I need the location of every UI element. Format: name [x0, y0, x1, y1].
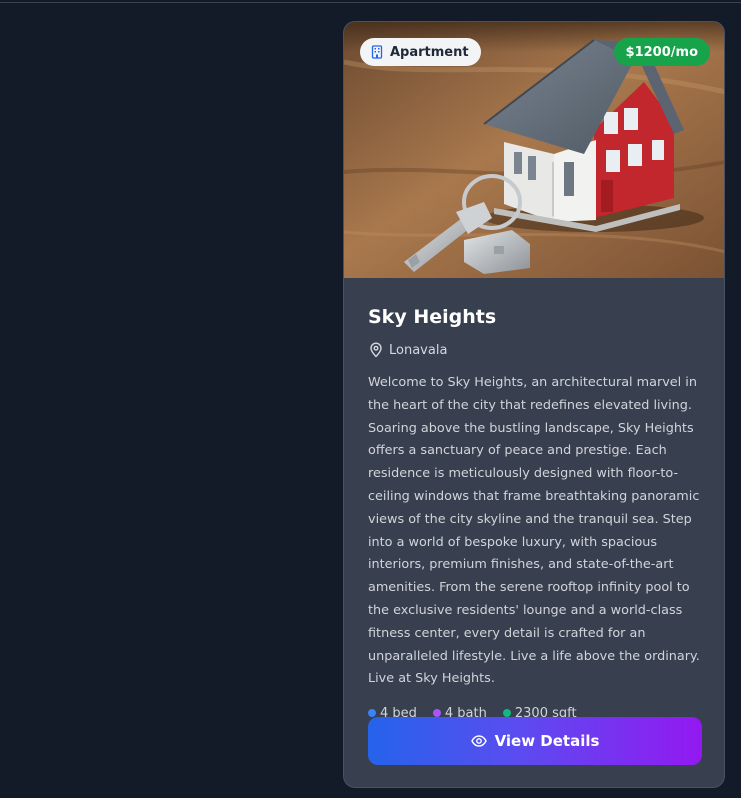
price-label: $1200/mo [625, 44, 698, 60]
location: Lonavala [368, 340, 704, 360]
area-dot [502, 709, 511, 718]
view-details-label: View Details [494, 732, 600, 750]
property-type-label: Apartment [390, 44, 469, 60]
price-badge: $1200/mo [613, 38, 710, 66]
building-icon [370, 45, 384, 59]
view-details-button[interactable]: View Details [368, 717, 702, 765]
property-photo: Apartment $1200/mo [344, 22, 724, 278]
property-title: Sky Heights [368, 306, 497, 328]
bathrooms-dot [432, 709, 441, 718]
property-card: Apartment $1200/mo Sky Heights Lonavala … [343, 21, 725, 788]
bedrooms-dot [368, 709, 376, 718]
property-description: Welcome to Sky Heights, an architectural… [368, 375, 700, 687]
eye-icon [470, 733, 487, 749]
location-label: Lonavala [389, 342, 448, 358]
property-type-badge: Apartment [360, 38, 481, 66]
card-body: Sky Heights Lonavala Welcome to Sky Heig… [368, 278, 704, 723]
map-pin-icon [368, 342, 384, 358]
top-divider [0, 2, 741, 3]
